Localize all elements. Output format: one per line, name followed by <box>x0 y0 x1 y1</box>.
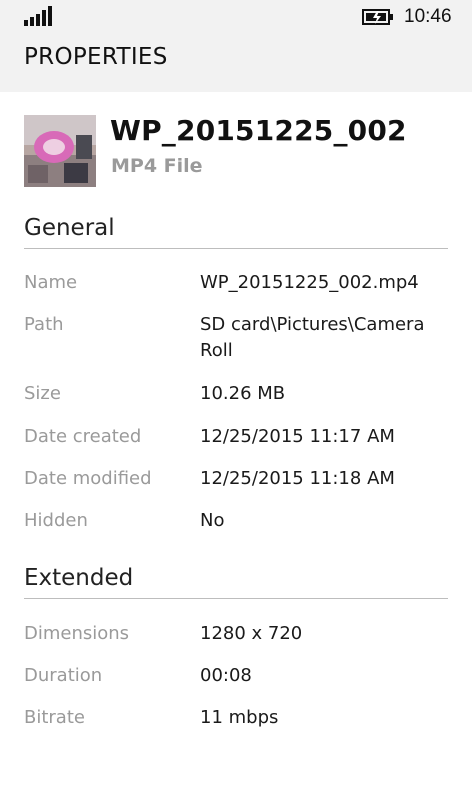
header: PROPERTIES <box>0 34 472 92</box>
property-label: Size <box>24 383 61 404</box>
property-value: 12/25/2015 11:17 AM <box>200 426 395 447</box>
property-label: Hidden <box>24 510 88 531</box>
file-name-title: WP_20151225_002 <box>110 114 407 147</box>
property-label: Path <box>24 314 64 335</box>
property-value: 12/25/2015 11:18 AM <box>200 468 395 489</box>
property-label: Bitrate <box>24 707 85 728</box>
section-title-general: General <box>24 215 115 241</box>
property-label: Dimensions <box>24 623 130 644</box>
status-bar: 10:46 <box>0 0 472 34</box>
signal-bars-icon <box>24 6 52 26</box>
section-divider <box>24 248 448 249</box>
property-label: Duration <box>24 665 103 686</box>
property-value: 00:08 <box>200 665 252 686</box>
thumbnail-image <box>24 115 96 187</box>
battery-charging-icon <box>362 9 393 25</box>
clock: 10:46 <box>404 6 452 27</box>
file-type-subtitle: MP4 File <box>111 155 203 177</box>
section-title-extended: Extended <box>24 565 134 591</box>
property-value: 10.26 MB <box>200 383 286 404</box>
property-value: SD card\Pictures\Camera Roll <box>200 314 425 361</box>
property-label: Date modified <box>24 468 152 489</box>
property-label: Name <box>24 272 78 293</box>
property-value: 11 mbps <box>200 707 279 728</box>
property-label: Date created <box>24 426 142 447</box>
property-value: WP_20151225_002.mp4 <box>200 272 419 293</box>
page-title: PROPERTIES <box>24 44 168 70</box>
property-value: 1280 x 720 <box>200 623 303 644</box>
property-value: No <box>200 510 225 531</box>
video-thumbnail[interactable] <box>24 115 96 187</box>
section-divider <box>24 598 448 599</box>
